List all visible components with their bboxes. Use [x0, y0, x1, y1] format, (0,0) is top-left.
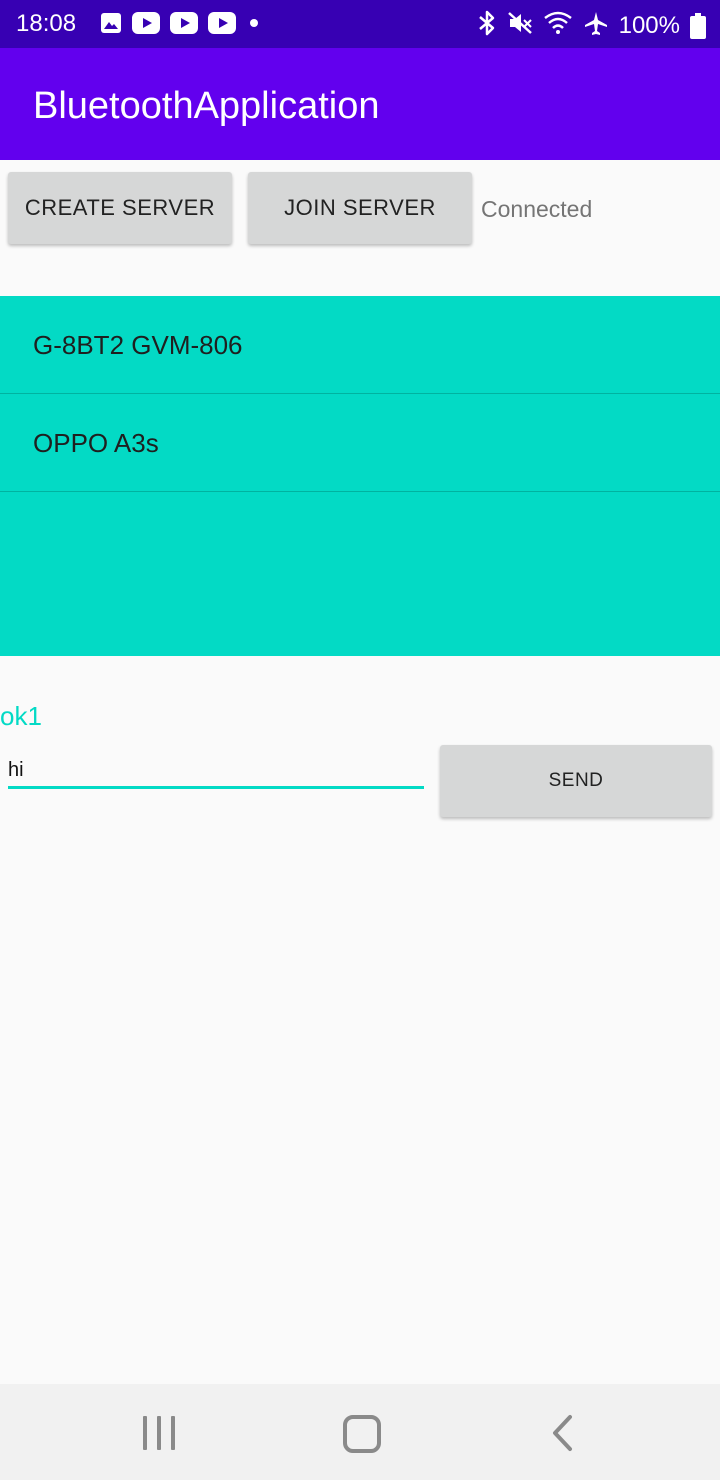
home-icon[interactable]	[343, 1415, 381, 1453]
status-bar: 18:08 100%	[0, 0, 720, 48]
youtube-icon	[132, 12, 160, 34]
device-name: OPPO A3s	[33, 428, 159, 458]
received-message: ok1	[0, 701, 42, 731]
airplane-mode-icon	[583, 10, 609, 41]
mute-icon	[507, 10, 533, 41]
send-button[interactable]: SEND	[440, 745, 712, 817]
list-item[interactable]: G-8BT2 GVM-806	[0, 296, 720, 394]
bluetooth-icon	[477, 9, 497, 42]
create-server-button[interactable]: CREATE SERVER	[8, 172, 232, 244]
gallery-icon	[100, 12, 122, 34]
battery-percentage: 100%	[618, 11, 680, 39]
list-item[interactable]: OPPO A3s	[0, 394, 720, 492]
battery-icon	[690, 12, 706, 39]
device-name: G-8BT2 GVM-806	[33, 330, 243, 360]
notification-icons	[100, 12, 258, 34]
app-bar: BluetoothApplication	[0, 48, 720, 160]
youtube-icon	[208, 12, 236, 34]
app-title: BluetoothApplication	[33, 85, 380, 127]
notification-dot-icon	[250, 19, 258, 27]
youtube-icon	[170, 12, 198, 34]
join-server-button[interactable]: JOIN SERVER	[248, 172, 472, 244]
recent-apps-icon[interactable]	[143, 1416, 175, 1450]
system-icons: 100%	[477, 9, 706, 42]
connection-status: Connected	[481, 196, 593, 222]
device-list[interactable]: G-8BT2 GVM-806 OPPO A3s	[0, 296, 720, 656]
back-icon[interactable]	[548, 1414, 578, 1452]
status-time: 18:08	[16, 10, 77, 37]
wifi-icon	[543, 10, 573, 41]
message-input[interactable]	[8, 754, 424, 789]
